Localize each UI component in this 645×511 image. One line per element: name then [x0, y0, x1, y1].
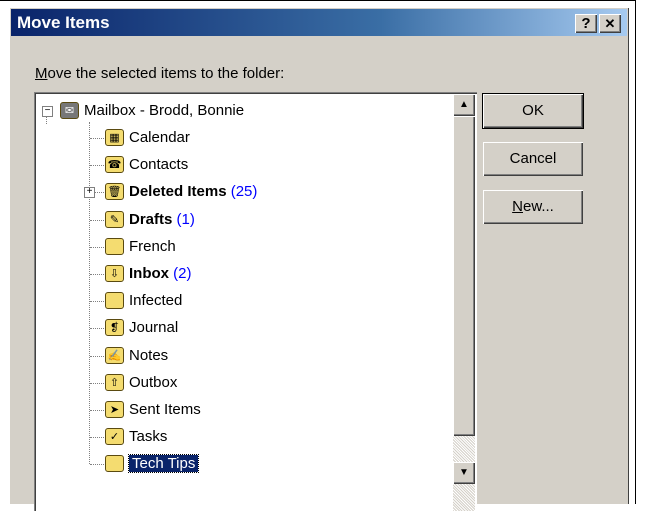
sent-items-icon: ➤ — [105, 401, 124, 418]
tree-folder-label: Deleted Items (25) — [129, 183, 258, 201]
tree-folder-label: Inbox (2) — [129, 265, 192, 282]
expand-icon[interactable]: + — [84, 187, 95, 199]
tree-line — [90, 328, 104, 330]
notes-icon: ✍ — [105, 346, 124, 364]
tree-folder-label: Tech Tips — [127, 454, 200, 474]
tree-line — [90, 274, 104, 275]
new-button[interactable]: New... — [483, 190, 583, 224]
journal-icon: ❡ — [105, 319, 124, 337]
cancel-button[interactable]: Cancel — [483, 142, 583, 176]
calendar-icon: ▦ — [105, 129, 124, 146]
tree-folder-label: Calendar — [129, 129, 190, 146]
instruction-label: Move the selected items to the folder: — [35, 65, 285, 82]
help-button[interactable]: ? — [575, 14, 597, 33]
close-button[interactable]: ✕ — [599, 14, 621, 33]
folder-icon — [105, 455, 124, 473]
tree-line — [90, 138, 104, 139]
collapse-icon[interactable]: − — [42, 106, 53, 117]
unread-count: (25) — [230, 183, 258, 201]
tree-root-label: Mailbox - Brodd, Bonnie — [84, 102, 245, 119]
tree-line — [89, 122, 90, 464]
title-bar[interactable]: Move Items ? ✕ — [11, 9, 627, 36]
tree-line — [90, 219, 104, 221]
ok-button[interactable]: OK — [482, 93, 584, 129]
tree-folder-label: Outbox — [129, 373, 178, 391]
scroll-down-button[interactable]: ▼ — [453, 462, 475, 484]
tree-line — [90, 382, 104, 384]
tree-line — [90, 355, 104, 357]
tree-folder-label: Journal — [129, 319, 179, 337]
tree-folder-label: Notes — [129, 346, 169, 364]
tree-folder-label: French — [129, 237, 176, 255]
mailbox-icon: ✉ — [60, 102, 79, 119]
unread-count: (1) — [176, 210, 195, 228]
tree-line — [46, 116, 47, 124]
tree-folder-label: Infected — [129, 292, 183, 310]
tree-folder-label: Sent Items — [129, 401, 201, 418]
tree-folder-label: Drafts (1) — [129, 210, 195, 228]
tree-line — [90, 246, 104, 248]
outbox-icon: ⇧ — [105, 373, 124, 391]
deleted-items-icon: 🗑 — [105, 183, 124, 201]
tree-line — [90, 165, 104, 167]
scrollbar-thumb[interactable] — [453, 116, 475, 436]
contacts-icon: ☎ — [105, 156, 124, 174]
scroll-up-button[interactable]: ▲ — [453, 94, 475, 116]
folder-tree[interactable]: − ✉ Mailbox - Brodd, Bonnie ▦ Calendar ☎ Co… — [34, 92, 477, 511]
drafts-icon: ✎ — [105, 210, 124, 228]
move-items-dialog: Move Items ? ✕ Move the selected items t… — [9, 7, 629, 511]
tree-scrollbar[interactable]: ▲ ▼ — [453, 94, 475, 511]
tree-line — [90, 301, 104, 303]
folder-icon — [105, 237, 124, 255]
tree-folder-label: Contacts — [129, 156, 189, 174]
tree-line — [90, 410, 104, 411]
tasks-icon: ✓ — [105, 428, 124, 446]
folder-icon — [105, 292, 124, 310]
tree-folder-label: Tasks — [129, 428, 168, 446]
inbox-icon: ⇩ — [105, 265, 124, 282]
tree-line — [90, 464, 104, 466]
dialog-title: Move Items — [17, 13, 110, 32]
tree-line — [90, 437, 104, 439]
unread-count: (2) — [173, 265, 192, 282]
